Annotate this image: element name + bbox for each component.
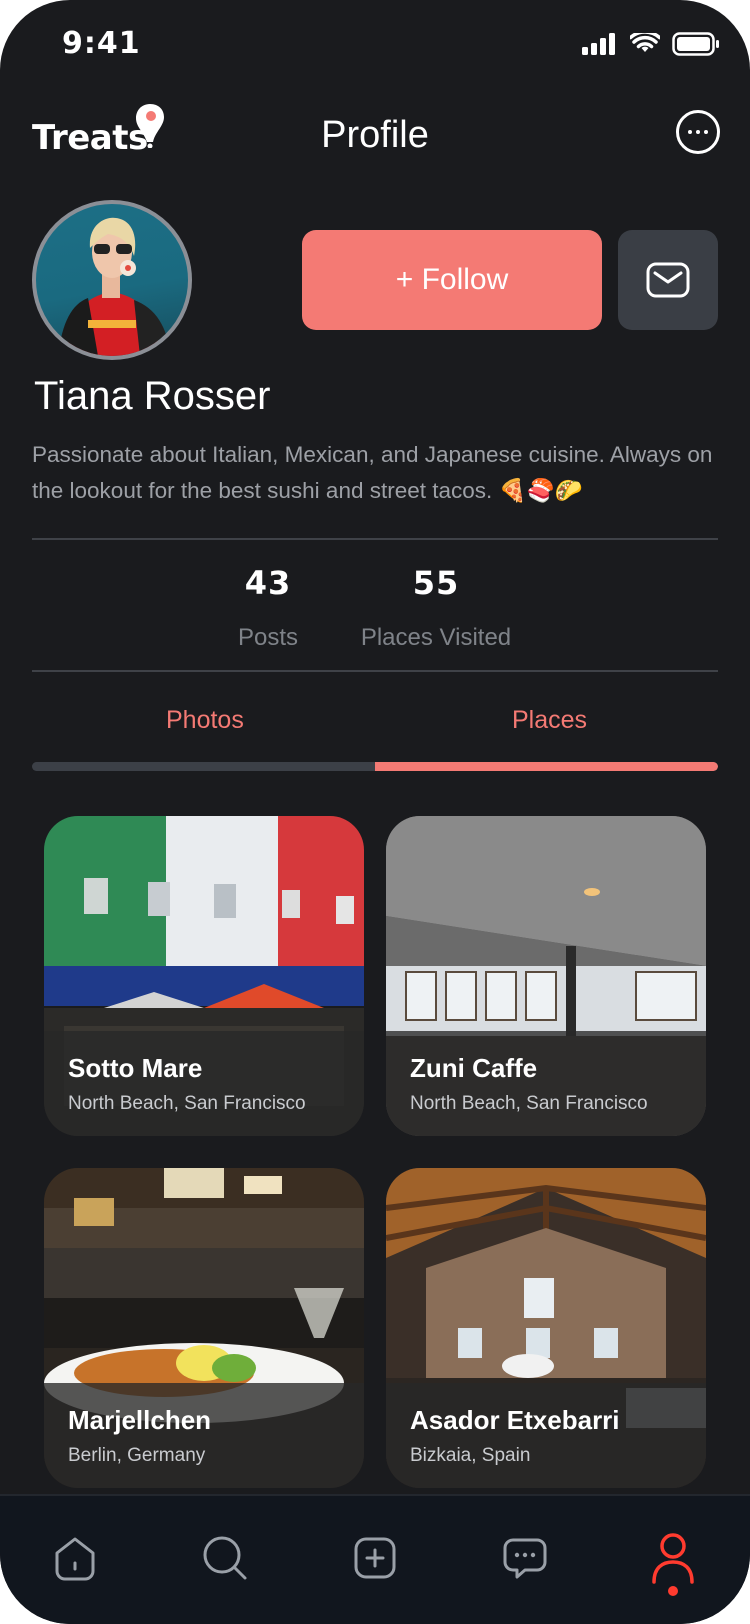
nav-search[interactable] [195, 1528, 255, 1588]
stat-label: Places Visited [360, 624, 512, 651]
avatar[interactable] [32, 200, 192, 360]
profile-name: Tiana Rosser [34, 374, 271, 418]
more-dot-icon [688, 130, 692, 134]
wifi-icon [630, 33, 660, 52]
place-name: Marjellchen [68, 1405, 212, 1435]
divider [32, 538, 718, 540]
nav-chat[interactable] [495, 1528, 555, 1588]
signal-icon [582, 33, 615, 55]
page-title: Profile [321, 114, 429, 156]
stat-label: Posts [237, 624, 299, 651]
tab-photos[interactable]: Photos [166, 706, 244, 735]
place-card-asador-etxebarri[interactable]: Asador Etxebarri Bizkaia, Spain [386, 1168, 706, 1488]
tab-active-indicator [375, 762, 718, 771]
more-options-button[interactable] [676, 110, 720, 154]
app-screen: 9:41 Treats Profile + Follow Tiana Rosse… [0, 0, 750, 1624]
status-time: 9:41 [62, 26, 141, 61]
place-card-marjellchen[interactable]: Marjellchen Berlin, Germany [44, 1168, 364, 1488]
place-location: Berlin, Germany [68, 1445, 206, 1466]
place-name: Sotto Mare [68, 1053, 203, 1083]
avatar-photo [58, 217, 170, 356]
active-nav-indicator [668, 1586, 678, 1596]
nav-add[interactable] [345, 1528, 405, 1588]
stat-places-visited[interactable]: 55 Places Visited [346, 564, 526, 652]
bottom-nav [0, 1494, 750, 1624]
stat-value: 43 [244, 564, 292, 602]
profile-icon [652, 1533, 694, 1584]
app-header: Treats Profile [0, 100, 750, 180]
more-dot-icon [696, 130, 700, 134]
message-button[interactable] [618, 230, 718, 330]
home-icon [55, 1537, 95, 1581]
profile-bio: Passionate about Italian, Mexican, and J… [32, 442, 713, 503]
tab-places[interactable]: Places [512, 706, 587, 735]
chat-icon [503, 1538, 547, 1579]
place-card-zuni-caffe[interactable]: Zuni Caffe North Beach, San Francisco [386, 816, 706, 1136]
follow-button[interactable]: + Follow [302, 230, 602, 330]
place-name: Asador Etxebarri [410, 1405, 620, 1435]
nav-home[interactable] [45, 1528, 105, 1588]
status-bar: 9:41 [0, 0, 750, 90]
mail-icon [646, 262, 690, 298]
nav-profile[interactable] [643, 1528, 703, 1588]
stat-posts[interactable]: 43 Posts [218, 564, 318, 652]
place-location: North Beach, San Francisco [68, 1093, 306, 1114]
place-name: Zuni Caffe [410, 1053, 538, 1083]
more-dot-icon [704, 130, 708, 134]
place-location: North Beach, San Francisco [410, 1093, 648, 1114]
stat-value: 55 [412, 564, 460, 602]
tab-indicator-track [32, 762, 718, 771]
place-location: Bizkaia, Spain [410, 1445, 531, 1466]
battery-icon [672, 32, 719, 56]
divider [32, 670, 718, 672]
place-card-sotto-mare[interactable]: Sotto Mare North Beach, San Francisco [44, 816, 364, 1136]
status-icons [582, 32, 720, 56]
add-icon [354, 1537, 396, 1579]
search-icon [203, 1536, 247, 1580]
